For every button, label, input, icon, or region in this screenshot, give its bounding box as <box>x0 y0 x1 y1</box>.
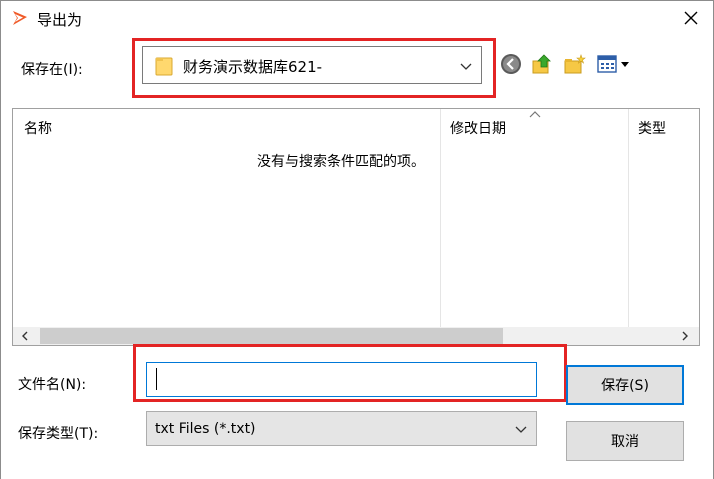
save-in-label: 保存在(I): <box>21 62 83 78</box>
export-dialog: 导出为 保存在(I): 财务演示数据库621- 名称 修改日期 类型 没有与搜索… <box>0 0 714 479</box>
file-list[interactable]: 名称 修改日期 类型 没有与搜索条件匹配的项。 <box>12 108 700 346</box>
column-header-modified[interactable]: 修改日期 <box>450 109 506 143</box>
highlight-box-folder <box>132 38 496 98</box>
up-folder-icon <box>532 54 551 74</box>
view-menu-icon <box>597 55 629 73</box>
empty-list-message: 没有与搜索条件匹配的项。 <box>257 154 425 170</box>
sort-up-icon <box>529 109 541 118</box>
filetype-dropdown[interactable]: txt Files (*.txt) <box>146 411 537 446</box>
title-bar: 导出为 <box>1 1 713 37</box>
scroll-left-icon[interactable] <box>17 328 33 344</box>
filetype-label: 保存类型(T): <box>18 426 99 442</box>
up-folder-button[interactable] <box>530 52 554 76</box>
filetype-value: txt Files (*.txt) <box>155 421 256 437</box>
back-button[interactable] <box>499 52 523 76</box>
back-circle-icon <box>501 54 521 74</box>
window-title: 导出为 <box>37 11 83 29</box>
chevron-down-icon <box>514 422 528 436</box>
horizontal-scrollbar[interactable] <box>13 327 699 345</box>
new-folder-icon <box>564 54 586 74</box>
close-button[interactable] <box>673 3 709 33</box>
filename-label: 文件名(N): <box>18 377 87 393</box>
view-menu-button[interactable] <box>596 52 632 76</box>
scroll-right-icon[interactable] <box>677 328 693 344</box>
column-header-type[interactable]: 类型 <box>638 109 666 143</box>
save-button[interactable]: 保存(S) <box>566 365 684 405</box>
bottom-edge <box>1 463 713 479</box>
highlight-box-filename <box>133 344 567 402</box>
cancel-button[interactable]: 取消 <box>566 421 684 461</box>
scrollbar-thumb[interactable] <box>40 328 503 344</box>
app-logo-icon <box>12 10 28 26</box>
column-divider[interactable] <box>628 109 629 327</box>
close-icon <box>684 11 698 25</box>
new-folder-button[interactable] <box>563 52 587 76</box>
column-header-name[interactable]: 名称 <box>24 109 52 143</box>
column-divider[interactable] <box>440 109 441 327</box>
